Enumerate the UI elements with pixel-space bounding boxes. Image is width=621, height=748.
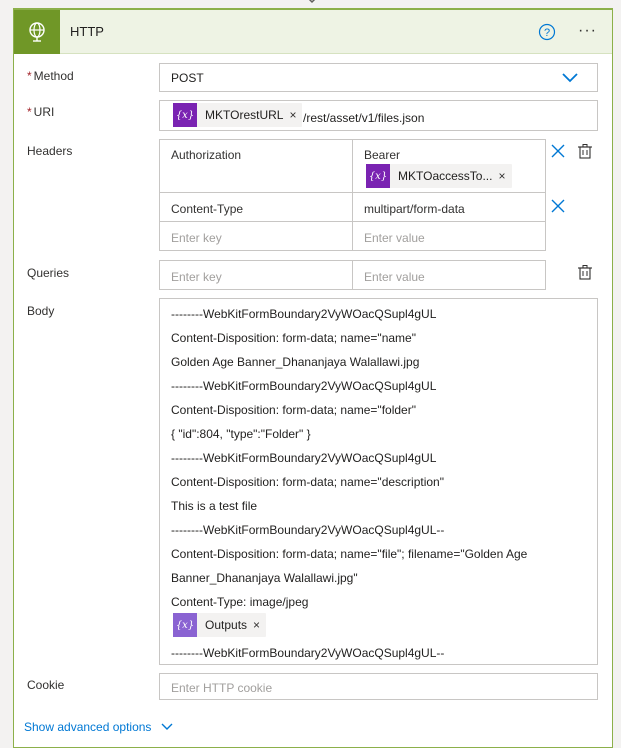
switch-to-text-mode-icon[interactable] <box>577 264 593 280</box>
expression-icon: {x} <box>173 613 197 637</box>
delete-header-icon[interactable] <box>551 199 565 213</box>
method-label: * Method <box>27 69 74 83</box>
required-marker: * <box>27 105 32 119</box>
cookie-input[interactable]: Enter HTTP cookie <box>159 673 598 700</box>
expression-icon: {x} <box>173 103 197 127</box>
body-line: Banner_Dhananjaya Walallawi.jpg" <box>171 571 358 585</box>
body-line: Golden Age Banner_Dhananjaya Walallawi.j… <box>171 355 420 369</box>
queries-label: Queries <box>27 266 70 280</box>
action-icon-box <box>14 10 60 54</box>
dynamic-content-token[interactable]: {x} MKTOrestURL × <box>173 103 303 127</box>
more-options-icon[interactable]: ··· <box>578 22 597 40</box>
key-placeholder: Enter key <box>171 231 222 245</box>
header-value: Bearer <box>364 148 401 162</box>
body-line: Content-Disposition: form-data; name="fo… <box>171 403 416 417</box>
dynamic-content-token[interactable]: {x} Outputs × <box>173 613 267 637</box>
required-marker: * <box>27 69 32 83</box>
switch-to-text-mode-icon[interactable] <box>577 143 593 159</box>
uri-label: * URI <box>27 105 54 119</box>
remove-token-icon[interactable]: × <box>498 169 511 183</box>
remove-token-icon[interactable]: × <box>253 618 266 632</box>
token-label: Outputs <box>205 618 248 632</box>
chevron-down-icon <box>161 723 173 730</box>
advanced-label: Show advanced options <box>24 720 152 734</box>
action-header[interactable]: HTTP ? ··· <box>14 10 612 54</box>
remove-token-icon[interactable]: × <box>289 108 302 122</box>
header-key-cell[interactable]: Content-Type <box>159 192 353 222</box>
header-key: Content-Type <box>171 202 244 216</box>
svg-text:?: ? <box>544 27 550 39</box>
header-value-cell[interactable]: multipart/form-data <box>352 192 546 222</box>
body-line: --------WebKitFormBoundary2VyWOacQSupl4g… <box>171 646 445 660</box>
query-value-input[interactable]: Enter value <box>352 260 546 290</box>
uri-suffix: /rest/asset/v1/files.json <box>303 111 425 125</box>
key-placeholder: Enter key <box>171 270 222 284</box>
body-line: Content-Disposition: form-data; name="de… <box>171 475 444 489</box>
question-circle-icon[interactable]: ? <box>538 23 556 41</box>
uri-label-text: URI <box>33 105 55 119</box>
body-line: { "id":804, "type":"Folder" } <box>171 427 311 441</box>
body-line: This is a test file <box>171 499 258 513</box>
body-line: Content-Disposition: form-data; name="fi… <box>171 547 528 561</box>
body-editor[interactable]: --------WebKitFormBoundary2VyWOacQSupl4g… <box>159 298 598 665</box>
value-placeholder: Enter value <box>364 231 425 245</box>
cookie-placeholder: Enter HTTP cookie <box>171 681 273 695</box>
body-line: --------WebKitFormBoundary2VyWOacQSupl4g… <box>171 379 437 393</box>
dynamic-content-token[interactable]: {x} MKTOaccessTo... × <box>366 164 512 188</box>
connector-arrow-icon <box>308 0 316 4</box>
uri-field[interactable]: {x} MKTOrestURL × /rest/asset/v1/files.j… <box>159 100 598 131</box>
value-placeholder: Enter value <box>364 270 425 284</box>
token-label: MKTOrestURL <box>205 108 284 122</box>
method-value: POST <box>171 71 204 85</box>
globe-icon <box>29 22 45 42</box>
body-label: Body <box>27 304 55 318</box>
expression-icon: {x} <box>366 164 390 188</box>
body-line: Content-Disposition: form-data; name="na… <box>171 331 416 345</box>
show-advanced-options-link[interactable]: Show advanced options <box>24 720 173 734</box>
token-label: MKTOaccessTo... <box>398 169 493 183</box>
new-header-key-input[interactable]: Enter key <box>159 221 353 251</box>
action-title: HTTP <box>70 24 104 39</box>
chevron-down-icon <box>562 73 578 83</box>
method-dropdown[interactable]: POST <box>159 63 598 92</box>
new-header-value-input[interactable]: Enter value <box>352 221 546 251</box>
body-line: Content-Type: image/jpeg <box>171 595 309 609</box>
http-action-card: HTTP ? ··· * Method POST * URI {x} MKTOres… <box>13 8 613 748</box>
body-line: --------WebKitFormBoundary2VyWOacQSupl4g… <box>171 523 445 537</box>
body-line: --------WebKitFormBoundary2VyWOacQSupl4g… <box>171 307 437 321</box>
headers-label: Headers <box>27 144 73 158</box>
header-key-cell[interactable]: Authorization <box>159 139 353 193</box>
header-value: multipart/form-data <box>364 202 465 216</box>
body-line: --------WebKitFormBoundary2VyWOacQSupl4g… <box>171 451 437 465</box>
delete-header-icon[interactable] <box>551 144 565 158</box>
header-key: Authorization <box>171 148 242 162</box>
header-value-cell[interactable]: Bearer {x} MKTOaccessTo... × <box>352 139 546 193</box>
query-key-input[interactable]: Enter key <box>159 260 353 290</box>
cookie-label: Cookie <box>27 678 65 692</box>
method-label-text: Method <box>33 69 74 83</box>
